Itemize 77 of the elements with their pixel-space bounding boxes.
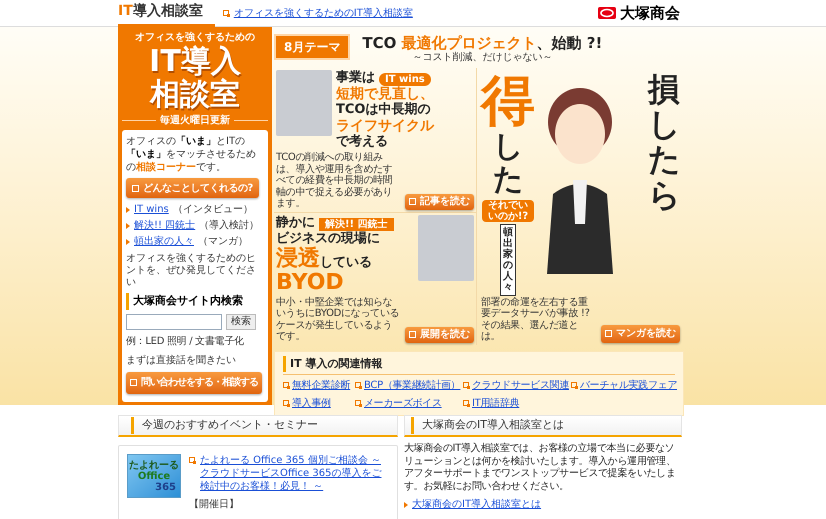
bullet-icon <box>126 206 130 212</box>
link-icon <box>283 400 290 407</box>
sidebar-title: IT導入 <box>148 45 242 78</box>
related-link[interactable]: メーカーズボイス <box>364 396 442 411</box>
link-icon <box>463 400 470 407</box>
event-link[interactable]: たよれーる Office 365 個別ご相談会 ～クラウドサービスOffice 365の導入をご検討中のお客様！必見！ ～ <box>200 454 389 493</box>
related-heading: IT 導入の関連情報 <box>283 356 675 372</box>
search-button[interactable]: 検索 <box>226 314 256 330</box>
portrait-photo-placeholder <box>418 214 474 280</box>
headline-text: ライフサイクル <box>336 118 434 134</box>
link-note: （マンガ） <box>198 235 248 249</box>
related-link[interactable]: 導入事例 <box>292 396 331 411</box>
theme-title: TCO 最適化プロジェクト、始動 ?! <box>362 34 602 52</box>
square-icon <box>130 379 137 386</box>
link-icon <box>355 382 362 389</box>
headline-text: 事業は <box>336 70 375 86</box>
about-text: 大塚商会のIT導入相談室では、お客様の立場で本当に必要なソリューションとは何かを検討いたします。導入から運用管理、アフターサポートまでワンストップサービスで提案をいたします。お気軽にお問い合わせください。 <box>404 443 677 493</box>
link-note: （導入検討） <box>199 218 260 233</box>
theme-badge: 8月テーマ <box>274 34 350 60</box>
brand-logo-icon <box>598 7 616 19</box>
search-example: 例：LED 照明 / 文書電子化 <box>126 334 245 348</box>
related-link[interactable]: クラウドサービス関連 <box>472 378 570 393</box>
manga-big-text: 損したら <box>648 72 680 216</box>
card-description: TCOの削減への取り組みは、導入や運用を含めたすべての経費を中長期の時間軸の中で捉える必要があります。 <box>276 152 394 210</box>
headline-text: で考える <box>336 134 388 150</box>
link-icon <box>283 382 290 389</box>
manga-big-text: した <box>493 130 523 196</box>
office-logo: たよれーる Office 365 <box>127 454 181 498</box>
hint-text: オフィスを強くするためのヒントを、ぜひ発見してください <box>126 253 257 289</box>
search-field[interactable] <box>126 314 222 330</box>
manga-description: 部署の命運を左右する重要データサーバが事故 !? その結果、選んだ道とは。 <box>481 296 591 342</box>
related-link[interactable]: 無料企業診断 <box>292 378 350 393</box>
headline-text: BYOD <box>276 270 344 294</box>
link-icon <box>463 382 470 389</box>
bullet-icon <box>404 502 408 508</box>
headline-text: 短期で見直し、 <box>336 86 434 102</box>
sidebar-link[interactable]: IT wins <box>134 202 169 217</box>
link-icon <box>222 10 230 16</box>
portrait-photo-placeholder <box>276 70 332 136</box>
contact-lead: まずは直接話を聞きたい <box>126 354 237 368</box>
bullet-icon <box>126 222 130 228</box>
tagline-link[interactable]: オフィスを強くするためのIT導入相談室 <box>234 6 413 20</box>
brand-name: 大塚商会 <box>620 2 680 24</box>
event-date-label: 【開催日】 <box>189 498 240 512</box>
headline-text: 静かに <box>276 214 315 230</box>
theme-subtitle: ～コスト削減、だけじゃない～ <box>412 52 552 64</box>
headline-text: ビジネスの現場に <box>276 230 380 246</box>
sidebar-link[interactable]: 頓出家の人々 <box>134 234 194 249</box>
headline-text: TCOは中長期の <box>336 102 430 118</box>
section-heading: 大塚商会のIT導入相談室とは <box>404 415 682 437</box>
series-tag: IT wins <box>379 73 431 86</box>
sidebar-kicker: オフィスを強くするための <box>134 30 256 45</box>
bullet-icon <box>126 238 130 244</box>
related-link[interactable]: BCP（事業継続計画） <box>364 378 460 393</box>
card-description: 中小・中堅企業では知らないうちにBYODになっているケースが発生しているようです。 <box>276 296 400 342</box>
manga-series-title: 頓出家の人々 <box>500 224 516 296</box>
sidebar-link[interactable]: 解決!! 四銃士 <box>134 218 196 233</box>
intro-text: オフィスの「いま」とITの 「いま」をマッチさせるための相談コーナーです。 <box>126 135 257 174</box>
series-tag: 解決!! 四銃士 <box>319 218 394 230</box>
link-icon <box>571 382 578 389</box>
manga-badge: それでいいのか!? <box>482 200 534 222</box>
section-heading: 今週のおすすめイベント・セミナー <box>118 415 398 437</box>
square-icon <box>605 330 612 337</box>
update-note: 毎週火曜日更新 <box>160 113 230 128</box>
link-icon <box>355 400 362 407</box>
related-link[interactable]: バーチャル実践フェア <box>580 378 678 393</box>
link-icon <box>189 457 196 464</box>
headline-text: 浸透 している <box>276 246 372 270</box>
square-icon <box>409 331 416 338</box>
sidebar-title: 相談室 <box>148 78 241 111</box>
about-link[interactable]: 大塚商会のIT導入相談室とは <box>412 497 542 512</box>
link-note: （インタビュー） <box>172 203 253 217</box>
square-icon <box>409 198 416 205</box>
search-heading: 大塚商会サイト内検索 <box>126 293 264 310</box>
manga-big-text: 得 <box>481 72 535 130</box>
related-link[interactable]: IT用語辞典 <box>472 396 520 411</box>
square-icon <box>132 184 139 192</box>
